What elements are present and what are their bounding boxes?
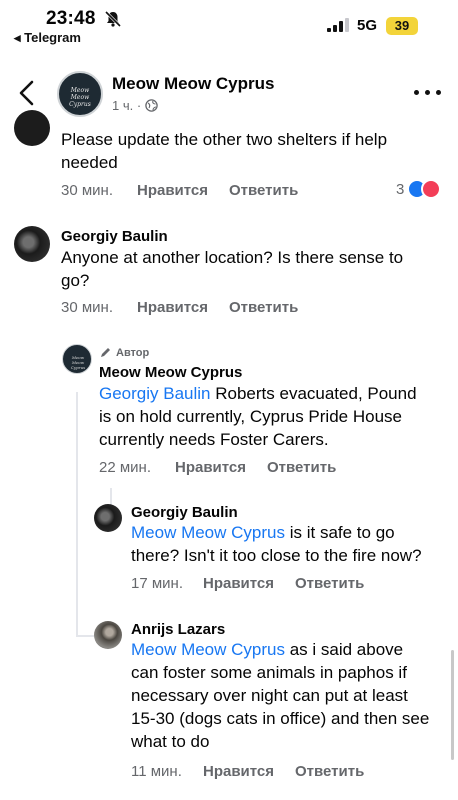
post-meta: 1 ч. · — [112, 98, 158, 113]
more-icon[interactable] — [414, 88, 444, 98]
reply-author[interactable]: Meow Meow Cyprus — [99, 364, 242, 381]
avatar[interactable] — [14, 110, 50, 146]
reply-2: Georgiy Baulin Meow Meow Cyprus is it sa… — [0, 500, 458, 600]
badge-label: Автор — [116, 346, 150, 359]
avatar[interactable]: Meow Meow Cyprus — [62, 344, 92, 374]
post-header: Meow Meow Cyprus Meow Meow Cyprus 1 ч. · — [0, 62, 458, 124]
avatar[interactable] — [94, 504, 122, 532]
reply-button[interactable]: Ответить — [295, 575, 364, 592]
avatar-logo: Meow Meow Cyprus — [70, 355, 86, 370]
comment-time: 30 мин. — [61, 299, 113, 316]
reply-3: Anrijs Lazars Meow Meow Cyprus as i said… — [0, 617, 458, 787]
signal-icon — [327, 18, 349, 32]
comment-2: Georgiy Baulin Anyone at another locatio… — [0, 222, 458, 322]
reply-author[interactable]: Georgiy Baulin — [131, 504, 238, 521]
page-name[interactable]: Meow Meow Cyprus — [112, 74, 274, 94]
page-logo: Meow Meow Cyprus — [69, 87, 91, 108]
comment-text: Please update the other two shelters if … — [61, 130, 388, 172]
bell-slash-icon — [104, 10, 122, 28]
scrollbar[interactable] — [451, 650, 454, 760]
reply-text: Meow Meow Cyprus is it safe to go there?… — [131, 523, 422, 565]
mention-link[interactable]: Meow Meow Cyprus — [131, 640, 285, 659]
comment-time: 30 мин. — [61, 182, 113, 199]
like-button[interactable]: Нравится — [175, 459, 267, 476]
reactions-summary[interactable]: 3 — [396, 179, 442, 199]
comment-text: Anyone at another location? Is there sen… — [61, 248, 404, 290]
love-reaction-icon — [421, 179, 442, 199]
mention-link[interactable]: Meow Meow Cyprus — [131, 523, 285, 542]
like-button[interactable]: Нравится — [203, 575, 295, 592]
avatar[interactable] — [94, 621, 122, 649]
reply-actions: 17 мин. Нравится Ответить — [131, 575, 364, 592]
comment-actions: 30 мин. Нравится Ответить — [61, 182, 298, 199]
reply-text: Georgiy Baulin Roberts evacuated, Pound … — [99, 384, 417, 449]
network-type: 5G — [357, 17, 378, 34]
reaction-count: 3 — [396, 180, 405, 198]
reply-actions: 11 мин. Нравится Ответить — [131, 763, 364, 780]
battery-indicator: 39 — [386, 17, 418, 35]
mention-link[interactable]: Georgiy Baulin — [99, 384, 211, 403]
reply-time: 11 мин. — [131, 763, 182, 780]
reply-1: Meow Meow Cyprus Автор Meow Meow Cyprus … — [0, 340, 458, 480]
reply-button[interactable]: Ответить — [229, 299, 298, 316]
reply-time: 17 мин. — [131, 575, 183, 592]
pencil-icon — [101, 348, 110, 357]
reply-actions: 22 мин. Нравится Ответить — [99, 459, 336, 476]
status-bar: 23:48 ◂ Telegram 5G 39 — [0, 0, 458, 48]
reply-button[interactable]: Ответить — [295, 763, 364, 780]
reply-button[interactable]: Ответить — [229, 182, 298, 199]
reply-text: Meow Meow Cyprus as i said above can fos… — [131, 640, 430, 751]
reply-button[interactable]: Ответить — [267, 459, 336, 476]
author-badge: Автор — [99, 346, 149, 359]
globe-icon — [145, 99, 158, 112]
avatar[interactable] — [14, 226, 50, 262]
status-time: 23:48 — [46, 8, 96, 29]
back-to-telegram-link[interactable]: ◂ Telegram — [14, 30, 81, 46]
page-avatar[interactable]: Meow Meow Cyprus — [57, 71, 103, 117]
reply-time: 22 мин. — [99, 459, 151, 476]
back-chevron-icon[interactable] — [14, 78, 40, 108]
like-button[interactable]: Нравится — [137, 182, 229, 199]
like-button[interactable]: Нравится — [137, 299, 229, 316]
reply-author[interactable]: Anrijs Lazars — [131, 621, 225, 638]
comment-1: Please update the other two shelters if … — [0, 110, 458, 204]
comment-author[interactable]: Georgiy Baulin — [61, 228, 168, 245]
comment-actions: 30 мин. Нравится Ответить — [61, 299, 298, 316]
like-button[interactable]: Нравится — [203, 763, 295, 780]
post-time: 1 ч. · — [112, 98, 142, 113]
